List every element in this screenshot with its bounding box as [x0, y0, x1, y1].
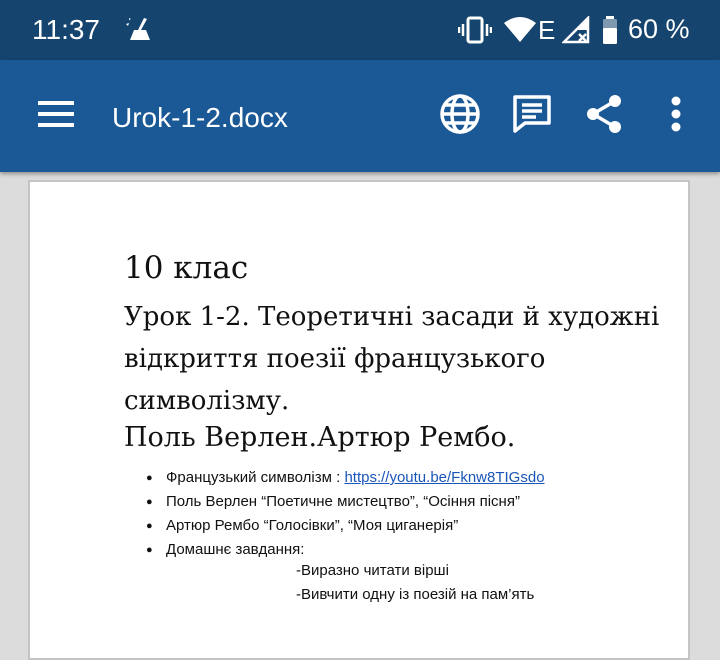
translate-button[interactable]: [438, 93, 482, 140]
list-item: Домашнє завдання:: [146, 538, 545, 562]
more-vert-icon: [670, 96, 682, 137]
class-heading: 10 клас: [124, 250, 249, 286]
list-item: Артюр Рембо “Голосівки”, “Моя циганерія”: [146, 514, 545, 538]
lesson-title: Урок 1-2. Теоретичні засади й художні ві…: [124, 302, 660, 416]
share-icon: [584, 94, 624, 139]
battery-percent: 60 %: [628, 14, 690, 44]
document-page[interactable]: 10 клас Урок 1-2. Теоретичні засади й ху…: [28, 180, 690, 660]
menu-icon: [36, 99, 76, 134]
video-link[interactable]: https://youtu.be/Fknw8TIGsdo: [344, 469, 544, 486]
status-bar: 11:37 E 60 %: [0, 0, 720, 60]
globe-icon: [439, 93, 481, 140]
more-options-button[interactable]: [654, 94, 698, 138]
list-item: Французький символізм : https://youtu.be…: [146, 466, 545, 490]
topic-list: Французький символізм : https://youtu.be…: [146, 466, 545, 562]
authors-heading: Поль Верлен.Артюр Рембо.: [124, 422, 516, 453]
list-item: Поль Верлен “Поетичне мистецтво”, “Осінн…: [146, 490, 545, 514]
network-type-label: E: [538, 14, 556, 45]
homework-line: -Вивчити одну із поезій на пам’ять: [296, 586, 535, 603]
comments-icon: [511, 93, 553, 140]
menu-button[interactable]: [34, 94, 78, 138]
app-bar: Urok-1-2.docx: [0, 60, 720, 172]
signal-icon: [562, 14, 590, 46]
document-title: Urok-1-2.docx: [112, 102, 288, 133]
battery-icon: [602, 14, 618, 46]
homework-line: -Виразно читати вірші: [296, 562, 449, 579]
cleaner-broom-icon: [124, 14, 156, 46]
vibrate-icon: [458, 14, 492, 46]
share-button[interactable]: [582, 94, 626, 138]
status-time: 11:37: [32, 14, 100, 45]
list-item-text: Французький символізм :: [166, 469, 345, 486]
wifi-icon: [504, 14, 536, 46]
comments-button[interactable]: [510, 94, 554, 138]
